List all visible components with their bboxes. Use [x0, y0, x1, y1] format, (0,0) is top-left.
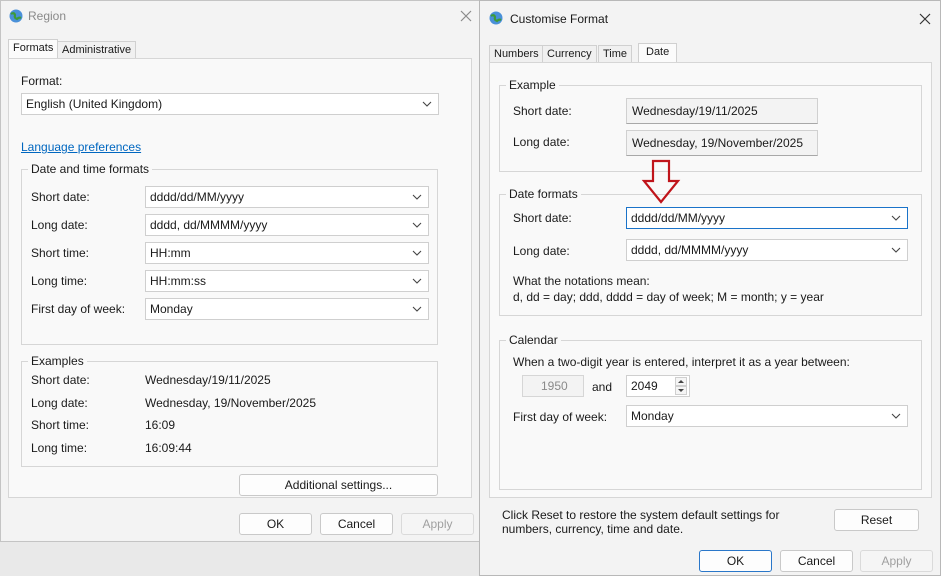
tab-time[interactable]: Time [598, 45, 633, 63]
example-short-date-value: Wednesday/19/11/2025 [145, 373, 271, 387]
down-arrow-annotation-icon [641, 159, 681, 204]
custom-apply-button[interactable]: Apply [860, 550, 933, 572]
custom-ok-button[interactable]: OK [699, 550, 772, 572]
format-label: Format: [21, 74, 63, 88]
short-date-select[interactable]: dddd/dd/MM/yyyy [145, 186, 429, 208]
first-day-select[interactable]: Monday [145, 298, 429, 320]
long-time-select[interactable]: HH:mm:ss [145, 270, 429, 292]
example-short-date-label: Short date: [513, 104, 572, 118]
short-time-label: Short time: [31, 246, 90, 260]
region-ok-button[interactable]: OK [239, 513, 312, 535]
tab-numbers[interactable]: Numbers [489, 45, 544, 63]
short-date-value: dddd/dd/MM/yyyy [631, 211, 726, 225]
short-date-value: dddd/dd/MM/yyyy [150, 190, 245, 204]
format-value: English (United Kingdom) [26, 97, 163, 111]
notation-text: d, dd = day; ddd, dddd = day of week; M … [513, 290, 824, 304]
tab-administrative[interactable]: Administrative [57, 41, 137, 59]
long-date-select[interactable]: dddd, dd/MMMM/yyyy [626, 239, 908, 261]
short-date-label: Short date: [513, 211, 572, 225]
example-group: Example Short date: Wednesday/19/11/2025… [499, 78, 922, 172]
close-icon[interactable] [458, 8, 474, 24]
tab-currency[interactable]: Currency [542, 45, 597, 63]
first-day-value: Monday [150, 302, 193, 316]
custom-cancel-button[interactable]: Cancel [780, 550, 853, 572]
long-date-select[interactable]: dddd, dd/MMMM/yyyy [145, 214, 429, 236]
long-time-label: Long time: [31, 274, 88, 288]
long-date-value: dddd, dd/MMMM/yyyy [150, 218, 268, 232]
long-date-value: dddd, dd/MMMM/yyyy [631, 243, 749, 257]
first-day-label: First day of week: [513, 410, 608, 424]
example-short-date-label: Short date: [31, 373, 90, 387]
tab-date[interactable]: Date [638, 43, 678, 63]
reset-button[interactable]: Reset [834, 509, 919, 531]
long-date-label: Long date: [513, 244, 570, 258]
long-time-value: HH:mm:ss [150, 274, 206, 288]
language-preferences-link[interactable]: Language preferences [21, 140, 141, 154]
example-legend: Example [506, 78, 559, 92]
formats-panel: Format: English (United Kingdom) Languag… [8, 58, 472, 498]
date-formats-group: Date formats Short date: dddd/dd/MM/yyyy… [499, 187, 922, 316]
example-short-time-label: Short time: [31, 418, 90, 432]
example-long-time-value: 16:09:44 [145, 441, 192, 455]
spin-down-icon[interactable] [675, 386, 687, 395]
first-day-value: Monday [631, 409, 674, 423]
chevron-down-icon [412, 278, 422, 284]
example-long-time-label: Long time: [31, 441, 88, 455]
example-short-date-field: Wednesday/19/11/2025 [626, 98, 818, 124]
chevron-down-icon [412, 250, 422, 256]
year-end-value: 2049 [631, 379, 658, 393]
year-start-field: 1950 [522, 375, 584, 397]
short-date-label: Short date: [31, 190, 90, 204]
year-end-spinner[interactable]: 2049 [626, 375, 690, 397]
example-long-date-field: Wednesday, 19/November/2025 [626, 130, 818, 156]
date-time-formats-legend: Date and time formats [28, 162, 153, 176]
region-apply-button[interactable]: Apply [401, 513, 474, 535]
date-formats-legend: Date formats [506, 187, 581, 201]
first-day-label: First day of week: [31, 302, 126, 316]
format-select[interactable]: English (United Kingdom) [21, 93, 439, 115]
chevron-down-icon [412, 306, 422, 312]
spin-up-icon[interactable] [675, 377, 687, 386]
example-long-date-label: Long date: [31, 396, 88, 410]
date-time-formats-group: Date and time formats Short date: dddd/d… [21, 162, 438, 345]
short-date-select[interactable]: dddd/dd/MM/yyyy [626, 207, 908, 229]
short-time-select[interactable]: HH:mm [145, 242, 429, 264]
chevron-down-icon [891, 247, 901, 253]
example-long-date-value: Wednesday, 19/November/2025 [145, 396, 316, 410]
example-long-date-label: Long date: [513, 135, 570, 149]
calendar-group: Calendar When a two-digit year is entere… [499, 333, 922, 490]
and-label: and [592, 380, 613, 394]
two-digit-year-text: When a two-digit year is entered, interp… [513, 355, 850, 369]
chevron-down-icon [891, 413, 901, 419]
year-start-value: 1950 [541, 379, 568, 393]
calendar-legend: Calendar [506, 333, 561, 347]
customise-format-title: Customise Format [510, 12, 609, 26]
examples-group: Examples Short date: Wednesday/19/11/202… [21, 354, 438, 467]
chevron-down-icon [891, 215, 901, 221]
example-long-date-value: Wednesday, 19/November/2025 [632, 136, 803, 150]
example-short-date-value: Wednesday/19/11/2025 [632, 104, 758, 118]
notation-title: What the notations mean: [513, 274, 650, 288]
short-time-value: HH:mm [150, 246, 191, 260]
tab-formats[interactable]: Formats [8, 39, 59, 59]
chevron-down-icon [422, 101, 432, 107]
close-icon[interactable] [917, 11, 933, 27]
customise-format-window: Customise Format Numbers Currency Time D… [479, 0, 941, 576]
additional-settings-button[interactable]: Additional settings... [239, 474, 438, 496]
example-short-time-value: 16:09 [145, 418, 176, 432]
examples-legend: Examples [28, 354, 87, 368]
region-window: Region Formats Administrative Format: En… [0, 0, 480, 542]
globe-icon [9, 9, 23, 23]
long-date-label: Long date: [31, 218, 88, 232]
region-title: Region [28, 9, 67, 23]
first-day-select[interactable]: Monday [626, 405, 908, 427]
region-cancel-button[interactable]: Cancel [320, 513, 393, 535]
globe-icon [489, 11, 503, 25]
date-panel: Example Short date: Wednesday/19/11/2025… [489, 62, 932, 498]
chevron-down-icon [412, 194, 422, 200]
chevron-down-icon [412, 222, 422, 228]
reset-note: Click Reset to restore the system defaul… [502, 508, 780, 536]
